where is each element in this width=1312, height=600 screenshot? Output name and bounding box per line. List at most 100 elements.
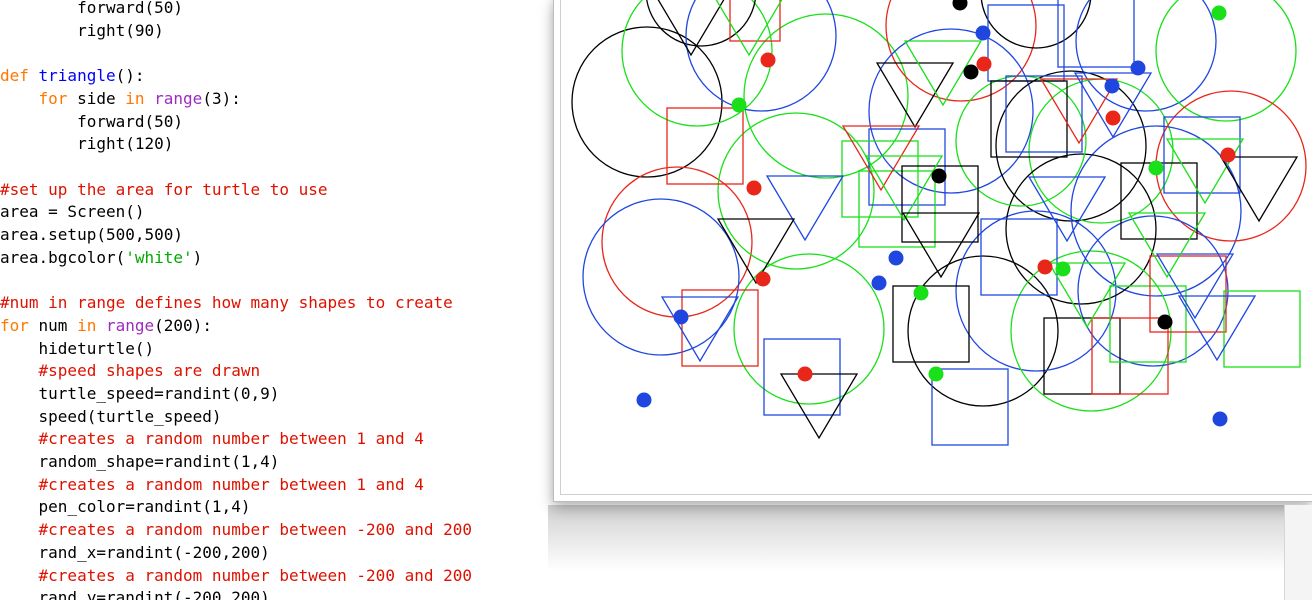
code-line: area.setup(500,500): [0, 224, 183, 246]
code-line: right(90): [0, 20, 164, 42]
turtle-triangle: [1219, 156, 1299, 223]
turtle-graphics-window[interactable]: [553, 0, 1312, 502]
code-line: for num in range(200):: [0, 315, 212, 337]
code-line: def triangle():: [0, 65, 145, 87]
turtle-square: [1091, 317, 1169, 395]
turtle-circle: [582, 198, 740, 356]
code-line: area = Screen(): [0, 201, 145, 223]
turtle-dot: [1148, 160, 1164, 176]
code-line: speed(turtle_speed): [0, 406, 222, 428]
code-token: in: [125, 88, 145, 108]
turtle-triangle: [716, 218, 796, 285]
code-token: #set up the area for turtle to use: [0, 179, 328, 199]
turtle-circle: [743, 13, 909, 179]
code-token: turtle_speed=randint(0,9): [0, 383, 280, 403]
code-token: in: [77, 315, 97, 335]
code-comment-line: #num in range defines how many shapes to…: [0, 292, 453, 314]
turtle-dot: [1157, 314, 1173, 330]
code-comment-line: #creates a random number between 1 and 4: [0, 474, 424, 496]
vertical-scrollbar[interactable]: [1284, 505, 1312, 600]
code-token: rand_x=randint(-200,200): [0, 542, 270, 562]
code-token: forward(50): [0, 0, 184, 17]
turtle-triangle: [875, 62, 955, 129]
code-comment-line: #speed shapes are drawn: [0, 360, 261, 382]
code-token: area = Screen(): [0, 202, 145, 222]
code-token: area.bgcolor(: [0, 247, 126, 267]
turtle-dot: [673, 309, 689, 325]
code-token: #creates a random number between 1 and 4: [0, 429, 424, 449]
turtle-dot: [797, 366, 813, 382]
turtle-square: [987, 4, 1065, 82]
turtle-dot: [913, 285, 929, 301]
code-token: range: [154, 88, 203, 108]
code-token: for: [38, 88, 68, 108]
turtle-circle: [907, 255, 1059, 407]
code-line: hideturtle(): [0, 338, 155, 360]
turtle-dot: [1055, 261, 1071, 277]
code-token: range: [105, 315, 155, 335]
code-token: forward(50): [0, 111, 184, 131]
turtle-triangle: [1177, 295, 1257, 362]
turtle-triangle: [660, 296, 740, 363]
turtle-triangle: [715, 0, 783, 57]
code-token: (200):: [154, 315, 212, 335]
turtle-dot: [1104, 78, 1120, 94]
code-token: for: [0, 315, 29, 335]
turtle-dot: [1220, 147, 1236, 163]
code-line: forward(50): [0, 111, 183, 133]
turtle-circle: [1070, 125, 1242, 297]
turtle-dot: [931, 168, 947, 184]
turtle-square: [1005, 75, 1083, 153]
turtle-square: [1057, 0, 1135, 68]
turtle-dot: [1211, 5, 1227, 21]
code-token: right(90): [0, 20, 164, 40]
turtle-dot: [1130, 60, 1146, 76]
turtle-circle: [885, 0, 1037, 102]
code-editor[interactable]: forward(50) right(90) def triangle(): for…: [0, 0, 560, 600]
code-line: rand_x=randint(-200,200): [0, 542, 270, 564]
code-token: right(120): [0, 134, 174, 154]
code-token: ): [192, 247, 203, 267]
code-token: 'white': [125, 247, 193, 267]
turtle-circle: [995, 70, 1147, 222]
code-comment-line: #set up the area for turtle to use: [0, 179, 328, 201]
code-comment-line: #creates a random number between 1 and 4: [0, 428, 424, 450]
turtle-circle: [601, 166, 753, 318]
turtle-circle: [571, 26, 723, 178]
window-shadow: [548, 505, 1312, 600]
code-line: forward(50): [0, 0, 183, 19]
code-token: area.setup(500,500): [0, 225, 184, 244]
turtle-square: [1109, 285, 1187, 363]
turtle-dot: [731, 97, 747, 113]
turtle-dot: [636, 392, 652, 408]
turtle-dot: [760, 52, 776, 68]
code-line: right(120): [0, 133, 173, 155]
turtle-dot: [1105, 110, 1121, 126]
turtle-drawing-canvas[interactable]: [554, 0, 1312, 499]
turtle-triangle: [901, 212, 981, 279]
code-token: side: [67, 88, 126, 108]
turtle-dot: [952, 0, 968, 11]
turtle-triangle: [765, 175, 845, 242]
code-line: rand_y=randint(-200,200): [0, 587, 270, 600]
turtle-dot: [746, 180, 762, 196]
code-line: pen_color=randint(1,4): [0, 496, 251, 518]
turtle-circle: [1155, 90, 1307, 242]
code-token: pen_color=randint(1,4): [0, 497, 251, 517]
turtle-circle: [717, 112, 875, 270]
code-token: speed(turtle_speed): [0, 406, 222, 426]
turtle-square: [892, 285, 970, 363]
turtle-circle: [685, 0, 837, 112]
code-token: #creates a random number between -200 an…: [0, 565, 473, 585]
turtle-dot: [1037, 259, 1053, 275]
code-line: for side in range(3):: [0, 88, 241, 110]
turtle-dot: [1212, 411, 1228, 427]
code-token: hideturtle(): [0, 338, 155, 358]
code-comment-line: #creates a random number between -200 an…: [0, 565, 472, 587]
code-token: random_shape=randint(1,4): [0, 452, 280, 471]
code-token: num: [28, 315, 78, 335]
turtle-dot: [871, 275, 887, 291]
